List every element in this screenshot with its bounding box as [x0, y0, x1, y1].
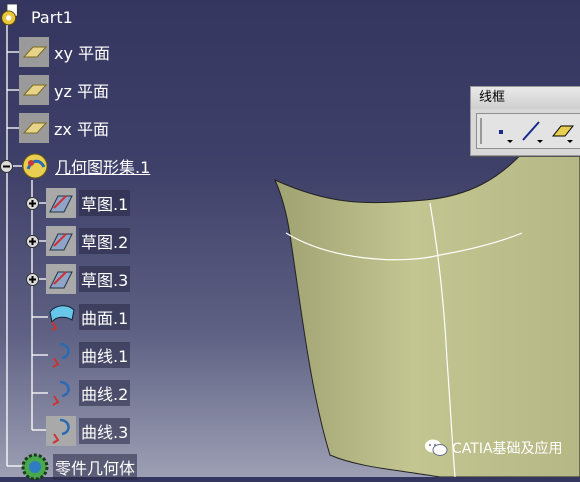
specification-tree: Part1 xy 平面 yz 平面 zx 平面 几何图形集.1 草图.1 草图.… [0, 0, 580, 481]
wechat-icon [425, 439, 448, 456]
toolbar-grip[interactable] [480, 118, 482, 144]
tree-item-yz-plane[interactable]: yz 平面 [19, 75, 111, 105]
curve-icon [52, 342, 70, 368]
plus-icon [26, 235, 39, 248]
toolbar-title[interactable]: 线框 [471, 87, 580, 109]
curve-icon [46, 416, 76, 446]
tree-item-curve-3[interactable]: 曲线.3 [46, 416, 131, 446]
tree-item-curve-1[interactable]: 曲线.1 [46, 340, 131, 370]
part-gear-icon [1, 4, 18, 26]
sketch-label: 草图.2 [79, 228, 131, 254]
expand-toggle-sketch-2[interactable] [26, 235, 39, 248]
tree-item-sketch-2[interactable]: 草图.2 [46, 226, 131, 256]
minus-icon [0, 160, 13, 173]
watermark: CATIA基础及应用 [424, 438, 563, 458]
tree-item-sketch-1[interactable]: 草图.1 [46, 188, 131, 218]
point-icon [499, 130, 513, 143]
line-icon [522, 121, 543, 143]
surface-icon [49, 305, 75, 331]
expand-toggle-sketch-3[interactable] [26, 273, 39, 286]
plane-label: yz 平面 [54, 82, 109, 101]
toolbar-body [476, 113, 580, 149]
sketch-label: 草图.3 [79, 266, 131, 292]
plus-icon [26, 273, 39, 286]
tree-item-part-body[interactable]: 零件几何体 [20, 452, 138, 482]
tree-item-sketch-3[interactable]: 草图.3 [46, 264, 131, 294]
tree-item-surface-1[interactable]: 曲面.1 [46, 302, 131, 332]
tree-item-xy-plane[interactable]: xy 平面 [19, 37, 112, 67]
tree-item-curve-2[interactable]: 曲线.2 [46, 378, 131, 408]
plus-icon [26, 197, 39, 210]
curve-label: 曲线.2 [79, 380, 131, 406]
geometrical-set-label: 几何图形集.1 [55, 158, 151, 177]
watermark-text: CATIA基础及应用 [452, 441, 563, 457]
sketch-icon [46, 188, 76, 218]
plane-icon [551, 125, 575, 143]
point-button[interactable] [489, 118, 515, 144]
line-button[interactable] [519, 118, 545, 144]
plane-icon [19, 75, 49, 105]
plane-icon [19, 37, 49, 67]
curve-label: 曲线.1 [79, 342, 131, 368]
sketch-icon [46, 264, 76, 294]
surface-label: 曲面.1 [79, 304, 131, 330]
curve-label: 曲线.3 [79, 418, 131, 444]
plane-label: xy 平面 [54, 44, 111, 63]
part-body-label: 零件几何体 [53, 454, 138, 480]
plane-label: zx 平面 [54, 120, 109, 139]
tree-item-geometrical-set[interactable]: 几何图形集.1 [20, 151, 152, 181]
plane-icon [19, 113, 49, 143]
sketch-label: 草图.1 [79, 190, 131, 216]
plane-button[interactable] [549, 118, 575, 144]
tree-root-label: Part1 [31, 7, 73, 27]
expand-toggle-sketch-1[interactable] [26, 197, 39, 210]
collapse-toggle-geo-set[interactable] [0, 160, 13, 173]
tree-item-zx-plane[interactable]: zx 平面 [19, 113, 111, 143]
part-body-gear-icon [21, 453, 49, 481]
wireframe-toolbar[interactable]: 线框 [470, 86, 580, 156]
curve-icon [52, 380, 70, 406]
tree-root-part1[interactable]: Part1 [0, 4, 75, 30]
sketch-icon [46, 226, 76, 256]
geometrical-set-icon [22, 153, 48, 179]
